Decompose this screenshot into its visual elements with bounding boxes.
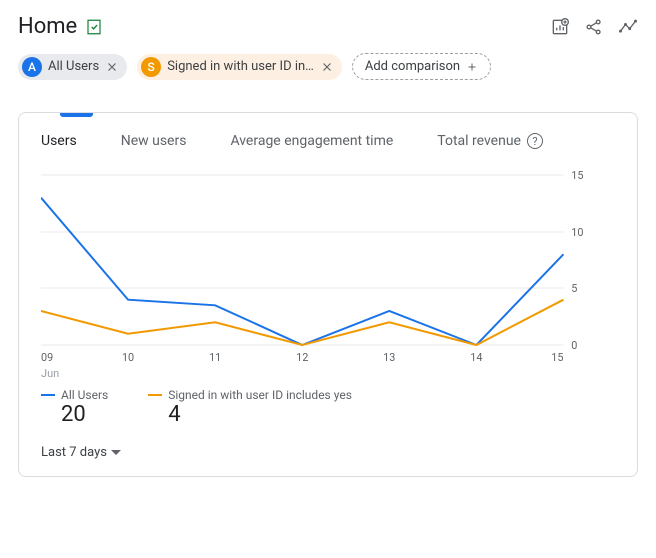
close-icon[interactable]	[105, 60, 119, 74]
legend-swatch-b	[148, 394, 162, 397]
users-line-chart: 15 10 5 0 09 10 11 12 13 14 15	[41, 165, 593, 365]
svg-text:13: 13	[383, 351, 395, 364]
legend-item-signed-in: Signed in with user ID includes yes 4	[148, 388, 352, 427]
series-signed-in	[41, 300, 563, 345]
legend-label-b: Signed in with user ID includes yes	[168, 388, 352, 402]
svg-text:5: 5	[571, 282, 577, 295]
chevron-down-icon	[111, 450, 121, 455]
legend-label-a: All Users	[61, 388, 108, 402]
insights-icon[interactable]	[618, 17, 638, 37]
verified-badge-icon	[85, 18, 103, 36]
svg-text:15: 15	[571, 169, 583, 182]
filter-chip-all-users[interactable]: A All Users	[18, 54, 127, 80]
date-range-selector[interactable]: Last 7 days	[37, 427, 619, 460]
svg-text:10: 10	[571, 226, 583, 239]
customize-dashboard-icon[interactable]	[550, 17, 570, 37]
filter-chip-signed-in[interactable]: S Signed in with user ID in…	[137, 54, 342, 80]
svg-text:10: 10	[122, 351, 134, 364]
svg-text:09: 09	[41, 351, 53, 364]
legend-item-all-users: All Users 20	[41, 388, 108, 427]
svg-text:11: 11	[209, 351, 221, 364]
tab-users[interactable]: Users	[41, 133, 77, 149]
svg-text:0: 0	[571, 339, 577, 352]
svg-text:12: 12	[296, 351, 308, 364]
plus-icon	[466, 61, 478, 73]
legend-value-b: 4	[148, 402, 352, 427]
svg-text:15: 15	[551, 351, 563, 364]
x-axis-month: Jun	[37, 365, 619, 380]
filter-label-a: All Users	[48, 59, 99, 74]
tab-new-users[interactable]: New users	[121, 133, 187, 149]
add-comparison-label: Add comparison	[365, 59, 460, 74]
series-all-users	[41, 198, 563, 345]
tab-avg-engagement[interactable]: Average engagement time	[230, 133, 393, 149]
page-title: Home	[18, 14, 77, 39]
filter-label-b: Signed in with user ID in…	[167, 59, 314, 74]
filter-badge-a: A	[22, 57, 42, 77]
add-comparison-button[interactable]: Add comparison	[352, 53, 491, 80]
active-tab-indicator	[60, 113, 93, 117]
tab-total-revenue[interactable]: Total revenue ?	[437, 133, 543, 149]
metrics-card: Users New users Average engagement time …	[18, 112, 638, 477]
svg-text:14: 14	[470, 351, 482, 364]
filter-badge-b: S	[141, 57, 161, 77]
share-icon[interactable]	[584, 17, 604, 37]
help-icon[interactable]: ?	[527, 133, 543, 149]
close-icon[interactable]	[320, 60, 334, 74]
legend-value-a: 20	[41, 402, 108, 427]
legend-swatch-a	[41, 394, 55, 397]
